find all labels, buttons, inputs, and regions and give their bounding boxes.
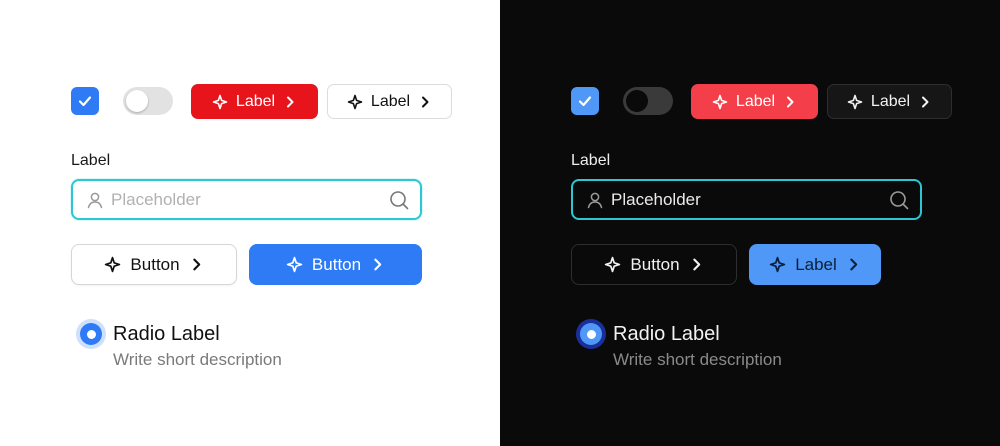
button-label: Label [370,92,411,110]
label-button-plain[interactable]: Label [827,84,952,119]
chevron-right-icon [287,96,294,107]
field-label: Label [571,152,611,169]
dark-theme-panel: Label Label Label Placeholder Button Lab… [500,0,1000,446]
search-input[interactable]: Placeholder [71,179,422,220]
chevron-right-icon [192,258,200,271]
radio-button[interactable] [576,319,606,349]
label-button-danger[interactable]: Label [691,84,818,119]
light-theme-panel: Label Label Label Placeholder Button But… [0,0,500,446]
button-label: Label [735,92,776,110]
radio-dot [86,329,96,339]
primary-button[interactable]: Button [249,244,422,285]
sparkle-icon [286,256,303,273]
toggle-switch[interactable] [123,87,173,115]
check-icon [78,96,92,107]
toggle-knob [126,90,148,112]
radio-description: Write short description [613,350,782,369]
secondary-button[interactable]: Button [71,244,237,285]
radio-dot [586,329,596,339]
sparkle-icon [347,94,363,109]
sparkle-icon [605,256,621,273]
button-label: Button [311,254,362,274]
user-icon [87,192,103,208]
search-placeholder: Placeholder [111,189,201,209]
chevron-right-icon [692,258,700,271]
user-icon [587,192,603,208]
check-icon [578,96,592,107]
radio-label: Radio Label [613,323,720,345]
sparkle-icon [769,256,786,273]
toggle-knob [626,90,648,112]
sparkle-icon [105,256,121,273]
button-label: Button [630,254,680,274]
checkbox[interactable] [71,87,99,115]
chevron-right-icon [787,96,794,107]
sparkle-icon [212,94,228,109]
button-label: Label [795,254,837,274]
label-button-danger[interactable]: Label [191,84,318,119]
secondary-button[interactable]: Button [571,244,737,285]
chevron-right-icon [922,96,929,107]
search-input[interactable]: Placeholder [571,179,922,220]
chevron-right-icon [850,258,858,271]
radio-description: Write short description [113,350,282,369]
radio-button[interactable] [76,319,106,349]
radio-label: Radio Label [113,323,220,345]
sparkle-icon [712,94,728,109]
button-label: Button [130,254,180,274]
button-label: Label [870,92,911,110]
toggle-switch[interactable] [623,87,673,115]
field-label: Label [71,152,111,169]
chevron-right-icon [422,96,429,107]
label-button-plain[interactable]: Label [327,84,452,119]
primary-button[interactable]: Label [749,244,881,285]
button-label: Label [235,92,276,110]
checkbox[interactable] [571,87,599,115]
search-placeholder: Placeholder [611,189,701,209]
search-icon[interactable] [388,189,410,211]
chevron-right-icon [374,258,382,271]
search-icon[interactable] [888,189,910,211]
radio-ring [580,323,602,345]
sparkle-icon [847,94,863,109]
radio-ring [80,323,102,345]
